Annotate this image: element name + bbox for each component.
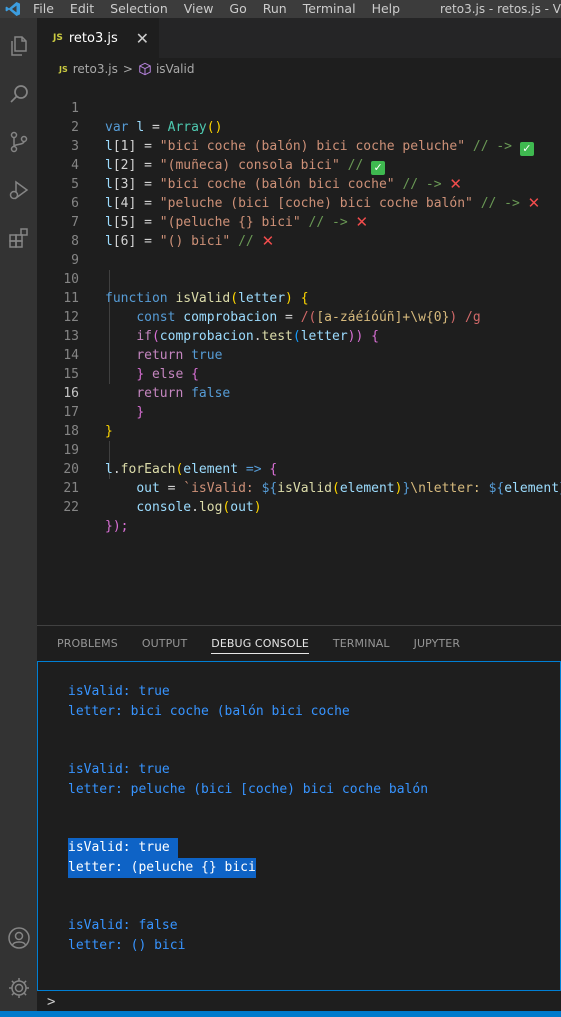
code-line-current: 16 } [37,365,561,420]
extensions-icon[interactable] [0,218,37,258]
code-line: 14 } else { [37,327,561,382]
account-icon[interactable] [0,918,37,958]
menu-go[interactable]: Go [222,0,255,18]
menu-terminal[interactable]: Terminal [296,0,365,18]
code-line: 2 l[1] = "bici coche (balón) bici coche … [37,99,561,156]
console-line: letter: () bici [68,938,186,953]
vscode-logo-icon[interactable] [0,0,26,18]
menu-selection[interactable]: Selection [103,0,177,18]
menu-bar: File Edit Selection View Go Run Terminal… [0,0,561,18]
code-line: 9 [37,232,561,268]
settings-gear-icon[interactable] [0,968,37,1008]
source-control-icon[interactable] [0,122,37,162]
code-line: 19 l.forEach(element => { [37,422,561,477]
explorer-icon[interactable] [0,26,37,66]
code-line: 18 [37,403,561,439]
cube-icon [139,62,151,76]
code-line: 21 console.log(out) [37,460,561,515]
console-line: letter: peluche (bici [coche) bici coche… [68,782,429,797]
tab-debug-console[interactable]: DEBUG CONSOLE [211,637,309,654]
console-line: isValid: false [68,918,178,933]
editor-tab-bar: JS reto3.js ✕ [37,18,561,58]
code-line: 15 return false [37,346,561,401]
code-line: 17 } [37,384,561,439]
activity-bar [0,18,37,1017]
code-line: 22 }); [37,479,561,534]
code-line: 8 [37,213,561,249]
breadcrumb-symbol[interactable]: isValid [156,62,195,76]
code-line: 12 if(comprobacion.test(letter)) { [37,289,561,344]
code-line: 20 out = `isValid: ${isValid(element)}\n… [37,441,561,496]
window-title: reto3.js - retos.js - V [439,2,561,16]
code-line: 6 l[5] = "(peluche {} bici" // -> ✕ [37,175,561,230]
chevron-right-icon: > [47,994,56,1010]
breadcrumb-separator: > [122,62,133,76]
code-editor[interactable]: 1 var l = Array() 2 l[1] = "bici coche (… [37,80,561,625]
bottom-panel: PROBLEMS OUTPUT DEBUG CONSOLE TERMINAL J… [37,625,561,1017]
breadcrumb: JS reto3.js > isValid [37,58,561,80]
tab-problems[interactable]: PROBLEMS [57,637,118,650]
run-debug-icon[interactable] [0,170,37,210]
line-number: 22 [63,500,79,515]
search-icon[interactable] [0,74,37,114]
panel-tabs: PROBLEMS OUTPUT DEBUG CONSOLE TERMINAL J… [37,626,561,661]
menu-run[interactable]: Run [256,0,296,18]
console-line: isValid: true [68,684,170,699]
tab-terminal[interactable]: TERMINAL [333,637,390,650]
menu-edit[interactable]: Edit [63,0,103,18]
code-line: 7 l[6] = "() bici" // ✕ [37,194,561,249]
menu-view[interactable]: View [177,0,223,18]
code-line: 13 return true [37,308,561,363]
tab-filename: reto3.js [68,30,118,46]
js-file-icon: JS [53,33,63,43]
code-line: 1 var l = Array() [37,80,561,135]
menu-file[interactable]: File [26,0,63,18]
breadcrumb-file[interactable]: reto3.js [73,62,118,76]
console-line-selected: isValid: true [68,838,178,858]
js-file-icon: JS [59,64,68,74]
console-line: isValid: true [68,762,170,777]
close-icon[interactable]: ✕ [136,29,149,48]
code-line: 4 l[3] = "bici coche (balón bici coche" … [37,137,561,192]
code-line: 5 l[4] = "peluche (bici [coche) bici coc… [37,156,561,211]
menu-help[interactable]: Help [365,0,410,18]
code-line: 10 function isValid(letter) { [37,251,561,306]
code-line: 3 l[2] = "(muñeca) consola bici" // ✓ [37,118,561,175]
debug-console-input[interactable]: > [37,993,561,1013]
console-line: letter: bici coche (balón bici coche [68,704,350,719]
console-line-selected: letter: (peluche {} bici [68,858,256,878]
tab-reto3-js[interactable]: JS reto3.js ✕ [37,18,159,58]
status-bar [0,1011,561,1017]
code-line: 11 const comprobacion = /([a-záéíóúñ]+\w… [37,270,561,325]
tab-jupyter[interactable]: JUPYTER [414,637,460,650]
tab-output[interactable]: OUTPUT [142,637,187,650]
debug-console-output[interactable]: isValid: true letter: bici coche (balón … [37,661,561,991]
